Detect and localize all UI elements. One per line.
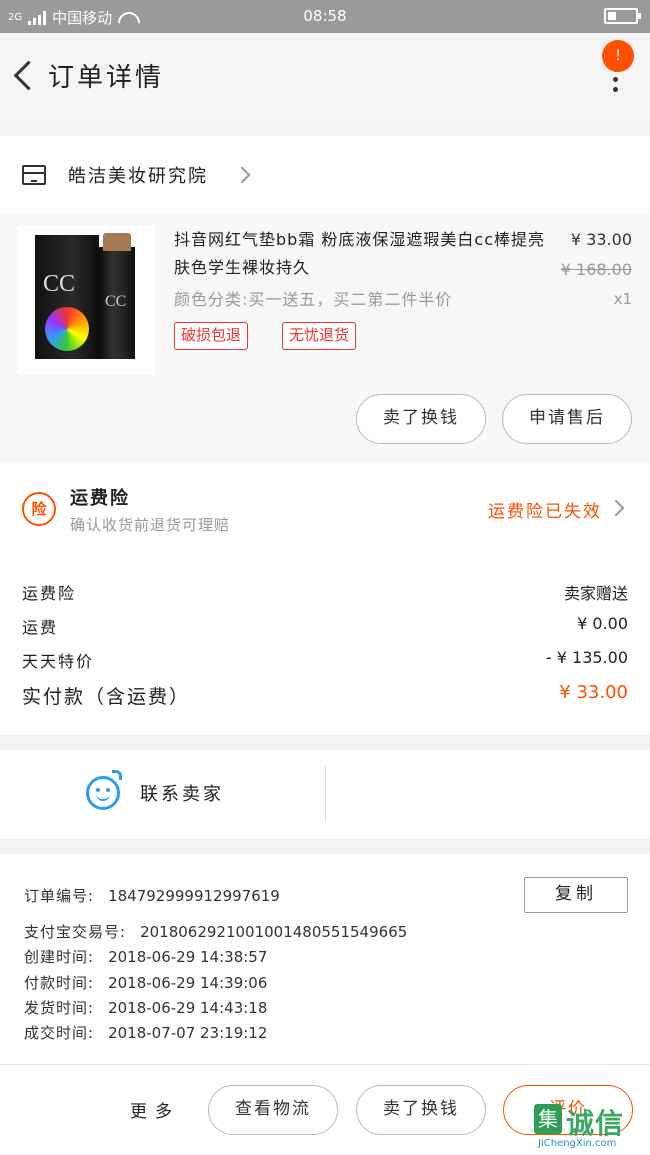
insurance-icon: 险: [22, 492, 56, 526]
copy-button[interactable]: 复制: [524, 877, 628, 913]
store-icon: [22, 165, 46, 185]
insurance-title: 运费险: [70, 488, 130, 509]
product-stick-graphic: CC: [99, 233, 135, 359]
product-sku: 颜色分类:买一送五，买二第二件半价: [174, 290, 453, 309]
view-logistics-button[interactable]: 查看物流: [208, 1085, 338, 1135]
contact-seller-button[interactable]: 联系卖家: [140, 780, 224, 806]
watermark-text: 诚信: [566, 1107, 625, 1140]
app-header: 订单详情 !: [0, 33, 650, 121]
summary-label: 天天特价: [22, 652, 95, 671]
tag-damage-return: 破损包退: [174, 322, 249, 350]
battery-icon: [604, 8, 641, 24]
insurance-subtitle: 确认收货前退货可理赔: [70, 516, 231, 534]
chevron-right-icon: [233, 166, 251, 184]
summary-row: 运费 ¥ 0.00: [22, 614, 628, 638]
summary-value: 卖家赠送: [563, 584, 628, 603]
insurance-status: 运费险已失效: [488, 502, 602, 522]
divider: [325, 766, 326, 822]
product-price: ¥ 33.00: [570, 230, 632, 249]
status-time: 08:58: [303, 7, 347, 25]
shop-name: 皓洁美妆研究院: [68, 166, 208, 187]
info-row-created-time: 创建时间: 2018-06-29 14:38:57: [24, 948, 268, 966]
notification-badge[interactable]: !: [602, 40, 634, 72]
resell-button[interactable]: 卖了换钱: [356, 394, 486, 444]
resell-bottom-button[interactable]: 卖了换钱: [356, 1085, 486, 1135]
summary-row: 运费险 卖家赠送: [22, 580, 628, 604]
status-bar: 2G 中国移动 08:58: [0, 0, 650, 33]
info-row-completed-time: 成交时间: 2018-07-07 23:19:12: [24, 1024, 268, 1042]
summary-value: - ¥ 135.00: [545, 648, 628, 667]
product-title[interactable]: 抖音网红气垫bb霜 粉底液保湿遮瑕美白cc棒提亮肤色学生裸妆持久: [174, 226, 546, 282]
info-row-order-number: 订单编号: 184792999912997619: [24, 887, 280, 905]
summary-value: ¥ 0.00: [577, 614, 628, 633]
back-arrow-icon[interactable]: [10, 57, 42, 97]
product-box-graphic: CC: [35, 235, 99, 359]
summary-label: 运费险: [22, 584, 77, 603]
summary-row: 天天特价 - ¥ 135.00: [22, 648, 628, 672]
paid-value: ¥ 33.00: [559, 682, 628, 703]
chat-bubble-icon[interactable]: [86, 776, 120, 810]
watermark-url: JiChengXin.com: [538, 1138, 617, 1149]
page-title: 订单详情: [48, 63, 165, 93]
shipping-insurance-row[interactable]: 险 运费险 确认收货前退货可理赔 运费险已失效: [0, 462, 650, 554]
tag-worry-free-return: 无忧退货: [282, 322, 357, 350]
product-image[interactable]: CC CC: [17, 225, 155, 375]
order-info: 订单编号: 184792999912997619 复制 支付宝交易号: 201806…: [0, 854, 650, 1064]
product-card[interactable]: CC CC 抖音网红气垫bb霜 粉底液保湿遮瑕美白cc棒提亮肤色学生裸妆持久 ¥…: [0, 214, 650, 462]
info-row-paid-time: 付款时间: 2018-06-29 14:39:06: [24, 974, 268, 992]
after-sales-button[interactable]: 申请售后: [502, 394, 632, 444]
more-button[interactable]: 更多: [130, 1097, 180, 1122]
contact-bar: 联系卖家: [0, 750, 650, 838]
chevron-right-icon: [607, 499, 625, 517]
product-original-price: ¥ 168.00: [560, 260, 632, 279]
shop-row[interactable]: 皓洁美妆研究院: [0, 136, 650, 214]
product-quantity: x1: [613, 290, 632, 308]
watermark: 集 诚信 JiChengXin.com: [534, 1098, 646, 1152]
paid-label: 实付款（含运费）: [22, 686, 191, 708]
summary-label: 运费: [22, 618, 59, 637]
watermark-logo: 集: [534, 1104, 562, 1134]
paid-amount-row: 实付款（含运费） ¥ 33.00: [22, 682, 628, 709]
info-row-shipped-time: 发货时间: 2018-06-29 14:43:18: [24, 999, 268, 1017]
info-row-alipay-trade-number: 支付宝交易号: 2018062921001001480551549665: [24, 923, 408, 941]
price-summary: 运费险 卖家赠送 运费 ¥ 0.00 天天特价 - ¥ 135.00 实付款（含…: [0, 554, 650, 734]
